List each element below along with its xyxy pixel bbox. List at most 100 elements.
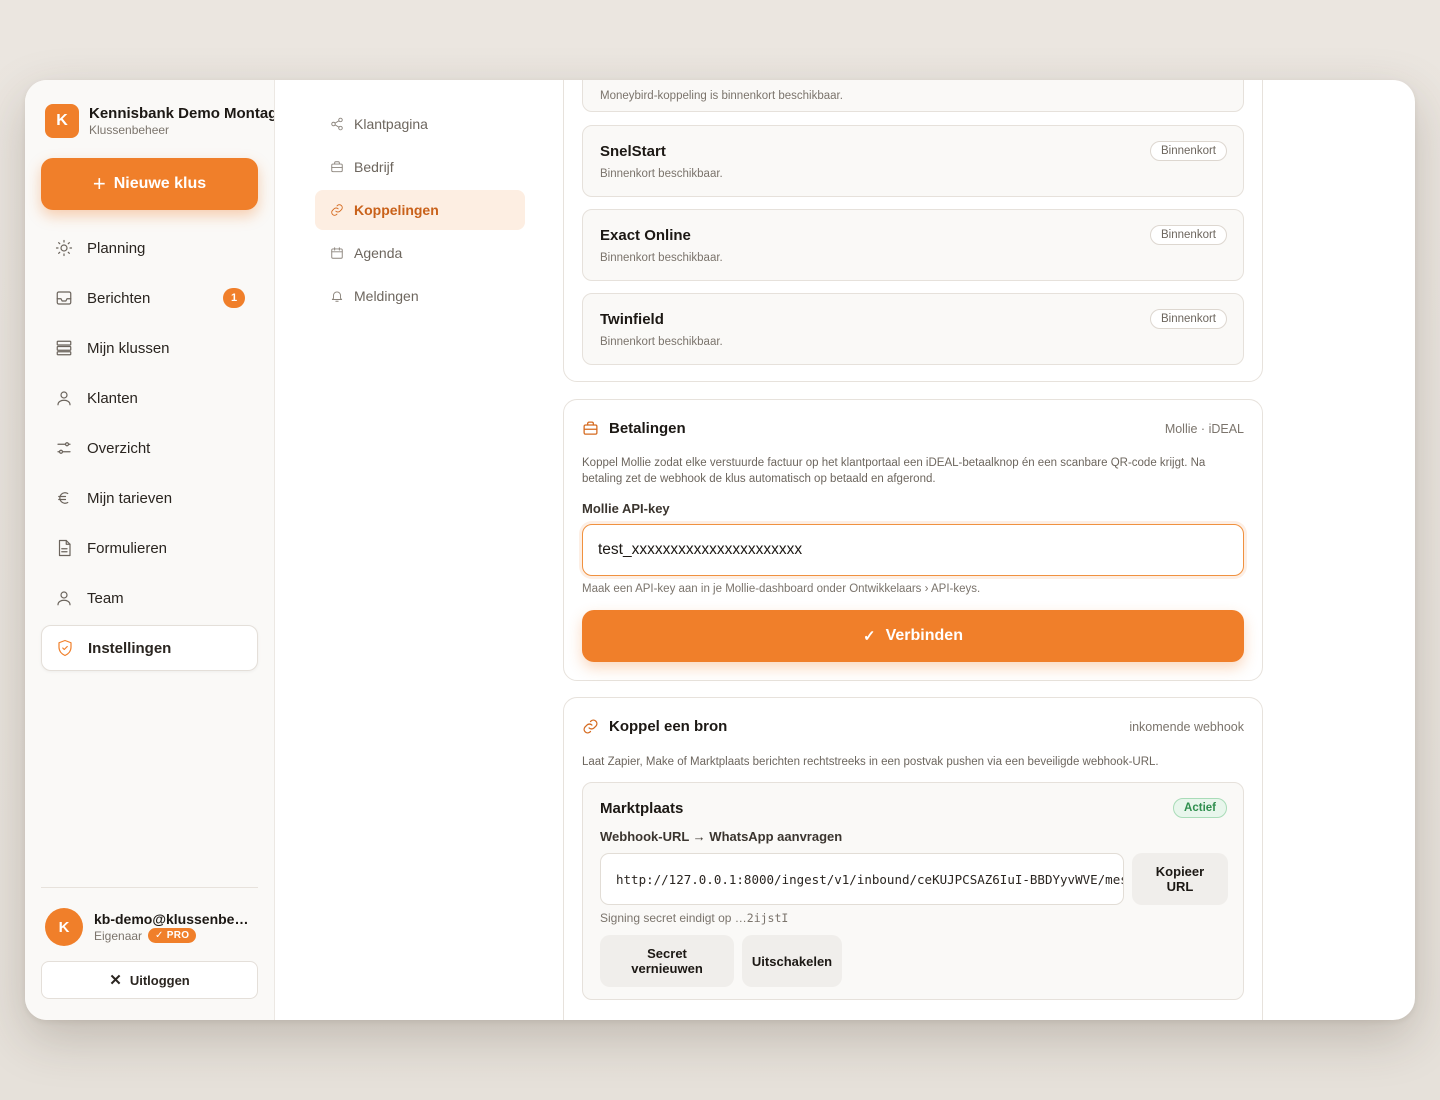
settings-tab-label: Bedrijf — [354, 159, 394, 175]
card-meta: Mollie · iDEAL — [1164, 422, 1244, 436]
nav-item-planning[interactable]: Planning — [41, 225, 258, 271]
disable-button[interactable]: Uitschakelen — [742, 935, 842, 987]
api-key-hint: Maak een API-key aan in je Mollie-dashbo… — [582, 583, 981, 595]
app-window: K Kennisbank Demo Montage Klussenbeheer … — [25, 80, 1415, 1020]
status-badge: Binnenkort — [1150, 141, 1227, 161]
inbox-icon — [56, 291, 72, 305]
pro-badge: ✓ PRO — [148, 928, 197, 943]
webhook-url-label: Webhook-URL → WhatsApp aanvragen — [600, 829, 843, 844]
nav-item-mijn-klussen[interactable]: Mijn klussen — [41, 325, 258, 371]
document-icon — [58, 539, 71, 557]
settings-tab-label: Meldingen — [354, 288, 419, 304]
status-badge: Binnenkort — [1150, 225, 1227, 245]
nav-label: Klanten — [87, 389, 138, 407]
integration-name: SnelStart — [600, 143, 666, 160]
user-email: kb-demo@klussenbeheer.nl — [94, 911, 254, 927]
status-badge: Actief — [1173, 798, 1227, 818]
main-content: Moneybird-koppeling is binnenkort beschi… — [563, 80, 1415, 1020]
secret-prefix: Signing secret eindigt op … — [600, 911, 747, 925]
nav-item-formulieren[interactable]: Formulieren — [41, 525, 258, 571]
card-description: Koppel Mollie zodat elke verstuurde fact… — [582, 457, 1206, 485]
briefcase-icon — [583, 421, 598, 435]
logout-label: Uitloggen — [129, 972, 190, 988]
moneybird-item: Moneybird-koppeling is binnenkort beschi… — [582, 80, 1244, 112]
nav-item-overzicht[interactable]: Overzicht — [41, 425, 258, 471]
signing-secret-info: Signing secret eindigt op …2ijstI — [600, 911, 788, 925]
settings-nav: Klantpagina Bedrijf Koppelingen Agenda M… — [275, 80, 563, 1020]
nav-label: Berichten — [87, 289, 151, 307]
nav-label: Planning — [87, 239, 146, 257]
calendar-icon — [331, 247, 343, 259]
settings-tab-agenda[interactable]: Agenda — [315, 233, 525, 273]
user-profile[interactable]: K kb-demo@klussenbeheer.nl Eigenaar ✓ PR… — [45, 908, 254, 946]
webhook-source: Marktplaats Actief Webhook-URL → WhatsAp… — [582, 782, 1244, 1000]
avatar: K — [45, 908, 83, 946]
source-name: Marktplaats — [600, 800, 684, 817]
check-icon: ✓ — [863, 628, 876, 645]
settings-tab-label: Klantpagina — [354, 116, 428, 132]
brand-subtitle: Klussenbeheer — [89, 123, 170, 137]
shield-icon — [58, 639, 72, 657]
api-key-input[interactable] — [582, 524, 1244, 576]
settings-tab-label: Agenda — [354, 245, 403, 261]
card-title: Koppel een bron — [609, 718, 728, 735]
nav-item-klanten[interactable]: Klanten — [41, 375, 258, 421]
link-icon — [583, 719, 598, 734]
nav-label: Mijn klussen — [87, 339, 170, 357]
accounting-card: Moneybird-koppeling is binnenkort beschi… — [563, 80, 1263, 382]
integration-name: Exact Online — [600, 227, 691, 244]
nav-item-mijn-tarieven[interactable]: Mijn tarieven — [41, 475, 258, 521]
nav-item-instellingen[interactable]: Instellingen — [41, 625, 258, 671]
settings-tab-bedrijf[interactable]: Bedrijf — [315, 147, 525, 187]
sun-icon — [55, 239, 73, 257]
webhook-card: Koppel een bron inkomende webhook Laat Z… — [563, 697, 1263, 1020]
nav-label: Mijn tarieven — [87, 489, 173, 507]
user-icon — [57, 591, 71, 606]
nav-item-berichten[interactable]: Berichten 1 — [41, 275, 258, 321]
new-job-button[interactable]: + Nieuwe klus — [41, 158, 258, 210]
nav-label: Formulieren — [87, 539, 168, 557]
sidebar: K Kennisbank Demo Montage Klussenbeheer … — [25, 80, 275, 1020]
renew-secret-button[interactable]: Secret vernieuwen — [600, 935, 734, 987]
integration-name: Twinfield — [600, 311, 664, 328]
integration-item: Twinfield Binnenkort beschikbaar. Binnen… — [582, 293, 1244, 365]
stack-icon — [56, 340, 72, 356]
card-description: Laat Zapier, Make of Marktplaats bericht… — [582, 756, 1159, 768]
share-icon — [331, 117, 343, 131]
nav-label: Instellingen — [88, 639, 172, 657]
unread-badge: 1 — [223, 288, 245, 308]
integration-item: SnelStart Binnenkort beschikbaar. Binnen… — [582, 125, 1244, 197]
link-icon — [331, 204, 343, 216]
briefcase-icon — [331, 161, 343, 173]
payments-card: Betalingen Mollie · iDEAL Koppel Mollie … — [563, 399, 1263, 681]
integration-desc: Binnenkort beschikbaar. — [600, 336, 723, 348]
integration-desc: Binnenkort beschikbaar. — [600, 168, 723, 180]
brand[interactable]: K Kennisbank Demo Montage Klussenbeheer — [45, 104, 275, 138]
euro-icon — [58, 492, 69, 504]
bell-icon — [331, 291, 343, 302]
webhook-url-field[interactable]: http://127.0.0.1:8000/ingest/v1/inbound/… — [600, 853, 1124, 905]
copy-url-button[interactable]: Kopieer URL — [1132, 853, 1228, 905]
secret-suffix: 2ijstI — [746, 911, 789, 925]
moneybird-desc: Moneybird-koppeling is binnenkort beschi… — [600, 90, 843, 102]
sidebar-divider — [41, 887, 258, 888]
new-job-label: Nieuwe klus — [113, 175, 207, 192]
settings-tab-koppelingen[interactable]: Koppelingen — [315, 190, 525, 230]
nav-item-team[interactable]: Team — [41, 575, 258, 621]
settings-tab-klantpagina[interactable]: Klantpagina — [315, 104, 525, 144]
settings-tab-label: Koppelingen — [354, 202, 439, 218]
integration-desc: Binnenkort beschikbaar. — [600, 252, 723, 264]
main-nav: Planning Berichten 1 Mijn klussen Klante… — [41, 225, 258, 675]
close-icon: ✕ — [109, 972, 122, 989]
settings-tab-meldingen[interactable]: Meldingen — [315, 276, 525, 316]
brand-name: Kennisbank Demo Montage — [89, 105, 275, 122]
plus-icon: + — [92, 171, 106, 196]
nav-label: Overzicht — [87, 439, 151, 457]
logout-button[interactable]: ✕ Uitloggen — [41, 961, 258, 999]
nav-label: Team — [87, 589, 124, 607]
status-badge: Binnenkort — [1150, 309, 1227, 329]
card-meta: inkomende webhook — [1129, 720, 1244, 734]
connect-label: Verbinden — [885, 627, 963, 644]
connect-button[interactable]: ✓ Verbinden — [582, 610, 1244, 662]
user-icon — [57, 391, 71, 406]
